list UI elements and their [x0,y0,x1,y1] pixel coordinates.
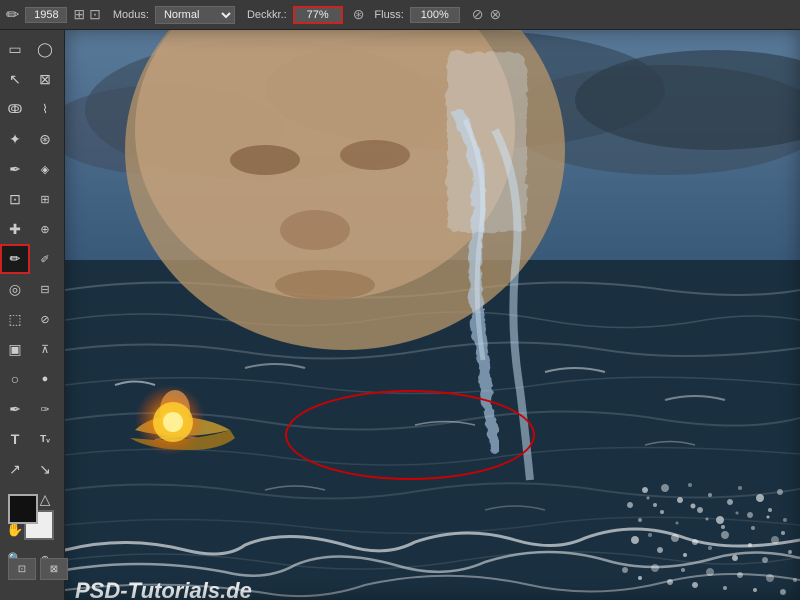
path-select-tool[interactable]: ↗ [0,454,30,484]
eraser-tool[interactable]: ⬚ [0,304,30,334]
poly-lasso-tool[interactable]: ⌇ [30,94,60,124]
screen-mode-button[interactable]: ⊠ [40,558,68,580]
canvas-area[interactable]: PSD-Tutorials.de [65,30,800,600]
move-tool[interactable]: ↖ [0,64,30,94]
quick-select-tool[interactable]: ⊛ [30,124,60,154]
vertical-type-tool[interactable]: Tᵥ [30,424,60,454]
lasso-tools: ↂ ⌇ [0,94,64,124]
crop-tools: ⊡ ⊞ [0,184,64,214]
mode-dropdown[interactable]: Normal Multiplizieren Bildschirm Überlag… [155,6,235,24]
standard-mode-button[interactable]: ⊡ [8,558,36,580]
brush-tool[interactable]: ✏ [0,244,30,274]
brush-tools: ✏ ✐ [0,244,64,274]
eyedropper-tool[interactable]: ✒ [0,154,30,184]
crop-tool[interactable]: ⊡ [0,184,30,214]
pressure-icon[interactable]: ⊘ [472,6,484,23]
pencil-tool[interactable]: ✐ [30,244,60,274]
burn-tool[interactable]: ● [30,364,60,394]
tablet-icon[interactable]: ⊗ [490,6,502,23]
toning-tools: ○ ● [0,364,64,394]
fill-tools: ▣ ⊼ [0,334,64,364]
spot-healing-tool[interactable]: ✚ [0,214,30,244]
dodge-tool[interactable]: ○ [0,364,30,394]
artboard-tool[interactable]: ⊠ [30,64,60,94]
mode-label: Modus: [113,9,149,21]
gradient-tool[interactable]: ▣ [0,334,30,364]
color-swatches[interactable] [8,494,54,540]
brush-tool-icon: ✏ [6,5,19,25]
marquee-tools: ▭ ◯ [0,34,64,64]
opacity-input[interactable]: 77% [293,6,343,24]
brush-option-icon[interactable]: ⊡ [89,6,101,23]
freeform-pen-tool[interactable]: ✑ [30,394,60,424]
brush-size-input[interactable]: 1958 [25,7,67,23]
slice-tool[interactable]: ⊞ [30,184,60,214]
waves-svg: PSD-Tutorials.de [65,30,800,600]
color-sampler-tool[interactable]: ◈ [30,154,60,184]
eraser-tools: ⬚ ⊘ [0,304,64,334]
flow-label: Fluss: [374,9,403,21]
pen-tool[interactable]: ✒ [0,394,30,424]
pen-tools: ✒ ✑ [0,394,64,424]
type-tools: T Tᵥ [0,424,64,454]
direct-select-tool[interactable]: ↘ [30,454,60,484]
move-tools: ↖ ⊠ [0,64,64,94]
psd-tutorials-text: PSD-Tutorials.de [75,578,252,600]
flow-input[interactable]: 100% [410,7,460,23]
ellipse-marquee-tool[interactable]: ◯ [30,34,60,64]
top-toolbar: ✏ 1958 ⊞ ⊡ Modus: Normal Multiplizieren … [0,0,800,30]
eyedropper-tools: ✒ ◈ [0,154,64,184]
ocean-background: PSD-Tutorials.de [65,30,800,600]
foreground-color-swatch[interactable] [8,494,38,524]
healing-brush-tool[interactable]: ⊕ [30,214,60,244]
healing-tools: ✚ ⊕ [0,214,64,244]
paint-bucket-tool[interactable]: ⊼ [30,334,60,364]
lasso-tool[interactable]: ↂ [0,94,30,124]
rect-marquee-tool[interactable]: ▭ [0,34,30,64]
opacity-label: Deckkr.: [247,9,287,21]
extra-icons: ⊘ ⊗ [472,6,501,23]
extra-mode-buttons: ⊡ ⊠ [8,558,68,580]
left-toolbar: ▭ ◯ ↖ ⊠ ↂ ⌇ ✦ ⊛ ✒ ◈ ⊡ ⊞ ✚ ⊕ ✏ ✐ ◎ ⊟ ⬚ [0,30,65,600]
path-tools: ↗ ↘ [0,454,64,484]
bg-eraser-tool[interactable]: ⊘ [30,304,60,334]
brush-preset-icon[interactable]: ⊞ [73,6,85,23]
type-tool[interactable]: T [0,424,30,454]
clone-stamp-tool[interactable]: ◎ [0,274,30,304]
brush-settings-icons: ⊞ ⊡ [73,6,100,23]
magic-wand-tool[interactable]: ✦ [0,124,30,154]
selection-tools: ✦ ⊛ [0,124,64,154]
pattern-stamp-tool[interactable]: ⊟ [30,274,60,304]
airbrush-icon[interactable]: ⊛ [353,6,365,23]
stamp-tools: ◎ ⊟ [0,274,64,304]
